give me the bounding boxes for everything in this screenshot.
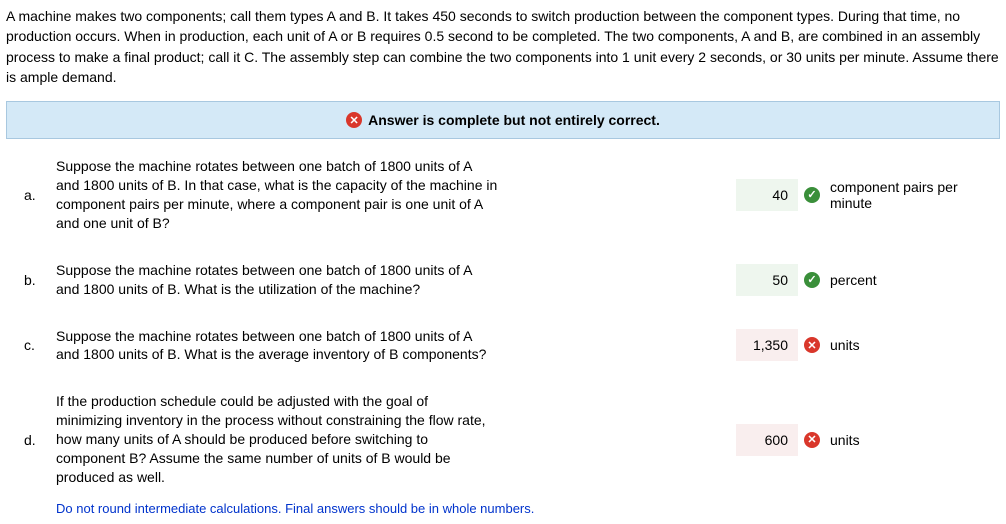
answer-unit: units	[830, 432, 860, 448]
question-d: d. If the production schedule could be a…	[24, 392, 980, 486]
cross-icon: ✕	[804, 337, 820, 353]
question-c: c. Suppose the machine rotates between o…	[24, 327, 980, 365]
answer-value[interactable]: 1,350	[736, 329, 798, 361]
question-text: Suppose the machine rotates between one …	[56, 327, 506, 365]
calculation-note: Do not round intermediate calculations. …	[56, 501, 980, 516]
error-icon: ✕	[346, 112, 362, 128]
answer-value[interactable]: 50	[736, 264, 798, 296]
check-icon: ✓	[804, 272, 820, 288]
status-text: Answer is complete but not entirely corr…	[368, 112, 660, 128]
answer-value[interactable]: 600	[736, 424, 798, 456]
question-label: c.	[24, 337, 44, 353]
question-label: b.	[24, 272, 44, 288]
problem-statement: A machine makes two components; call the…	[6, 6, 1000, 87]
answer-area: 50 ✓ percent	[736, 264, 877, 296]
question-label: a.	[24, 187, 44, 203]
question-text: Suppose the machine rotates between one …	[56, 261, 506, 299]
answer-area: 600 ✕ units	[736, 424, 860, 456]
question-b: b. Suppose the machine rotates between o…	[24, 261, 980, 299]
question-a: a. Suppose the machine rotates between o…	[24, 157, 980, 233]
cross-icon: ✕	[804, 432, 820, 448]
question-text: Suppose the machine rotates between one …	[56, 157, 506, 233]
questions-container: a. Suppose the machine rotates between o…	[6, 157, 1000, 516]
answer-area: 1,350 ✕ units	[736, 329, 860, 361]
question-text: If the production schedule could be adju…	[56, 392, 506, 486]
answer-unit: units	[830, 337, 860, 353]
answer-unit: percent	[830, 272, 877, 288]
answer-value[interactable]: 40	[736, 179, 798, 211]
answer-area: 40 ✓ component pairs per minute	[736, 179, 980, 211]
check-icon: ✓	[804, 187, 820, 203]
answer-unit: component pairs per minute	[830, 179, 980, 211]
question-label: d.	[24, 432, 44, 448]
status-banner: ✕ Answer is complete but not entirely co…	[6, 101, 1000, 139]
